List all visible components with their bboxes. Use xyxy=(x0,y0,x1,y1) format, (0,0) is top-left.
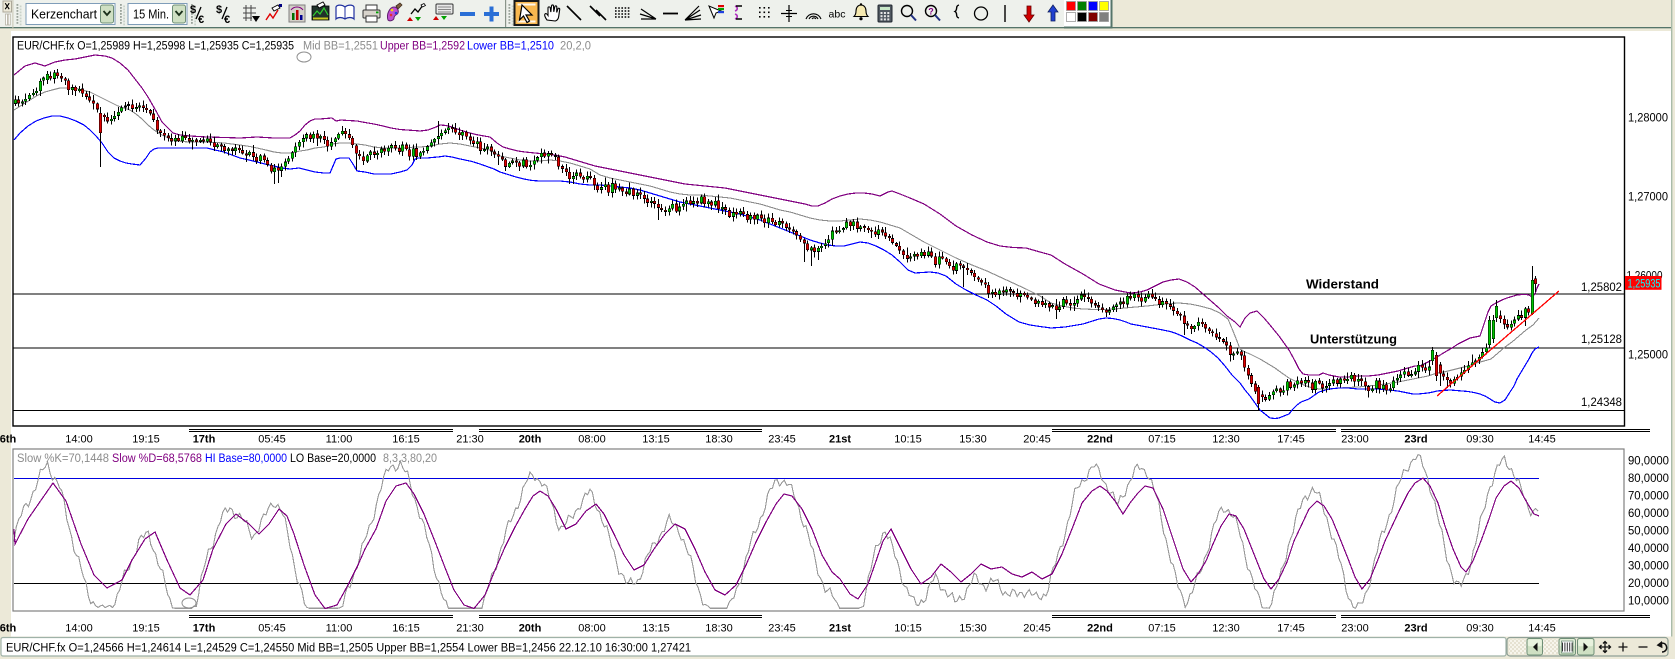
svg-text:23:00: 23:00 xyxy=(1341,434,1369,446)
svg-text:EUR/CHF.fx O=1,24566 H=1,24614: EUR/CHF.fx O=1,24566 H=1,24614 L=1,24529… xyxy=(6,643,691,655)
svg-text:10:15: 10:15 xyxy=(894,434,922,446)
svg-text:09:30: 09:30 xyxy=(1466,434,1494,446)
svg-text:Slow %K=70,1448: Slow %K=70,1448 xyxy=(17,453,109,465)
svg-text:15 Min.: 15 Min. xyxy=(133,8,169,22)
svg-text:15:30: 15:30 xyxy=(959,623,987,635)
svg-text:Mid BB=1,2551: Mid BB=1,2551 xyxy=(303,41,378,53)
svg-text:abc: abc xyxy=(829,9,846,21)
svg-text:30,0000: 30,0000 xyxy=(1628,561,1669,573)
svg-text:21:30: 21:30 xyxy=(456,434,484,446)
svg-text:20:45: 20:45 xyxy=(1023,434,1051,446)
svg-text:90,0000: 90,0000 xyxy=(1628,456,1669,468)
svg-text:1,28000: 1,28000 xyxy=(1628,113,1668,125)
svg-text:14:00: 14:00 xyxy=(65,434,93,446)
svg-text:12:30: 12:30 xyxy=(1212,434,1240,446)
svg-text:16:15: 16:15 xyxy=(392,623,420,635)
svg-text:1,25802: 1,25802 xyxy=(1581,282,1622,294)
svg-text:10:15: 10:15 xyxy=(894,623,922,635)
svg-text:21:30: 21:30 xyxy=(456,623,484,635)
svg-text:12:30: 12:30 xyxy=(1212,623,1240,635)
svg-text:70,0000: 70,0000 xyxy=(1628,491,1669,503)
svg-text:23rd: 23rd xyxy=(1404,434,1427,446)
svg-text:$: $ xyxy=(190,4,196,16)
svg-text:16:15: 16:15 xyxy=(392,434,420,446)
svg-text:20:45: 20:45 xyxy=(1023,623,1051,635)
svg-text:17th: 17th xyxy=(193,434,216,446)
svg-text:09:30: 09:30 xyxy=(1466,623,1494,635)
svg-text:19:15: 19:15 xyxy=(132,623,160,635)
svg-text:Slow %D=68,5768: Slow %D=68,5768 xyxy=(112,453,202,465)
svg-text:07:15: 07:15 xyxy=(1148,434,1176,446)
svg-text:1,24348: 1,24348 xyxy=(1581,397,1622,409)
svg-text:13:15: 13:15 xyxy=(642,434,670,446)
svg-text:6th: 6th xyxy=(0,623,17,635)
svg-text:23:45: 23:45 xyxy=(768,434,796,446)
svg-text:20,2,0: 20,2,0 xyxy=(560,41,591,53)
svg-text:Widerstand: Widerstand xyxy=(1306,277,1379,292)
svg-text:Lower BB=1,2510: Lower BB=1,2510 xyxy=(467,41,554,53)
svg-text:$: $ xyxy=(216,4,222,16)
svg-text:23rd: 23rd xyxy=(1404,623,1427,635)
svg-text:EUR/CHF.fx O=1,25989 H=1,25998: EUR/CHF.fx O=1,25989 H=1,25998 L=1,25935… xyxy=(17,41,294,53)
svg-text:€: € xyxy=(198,14,204,26)
svg-text:17th: 17th xyxy=(193,623,216,635)
svg-text:1,25935: 1,25935 xyxy=(1628,278,1661,290)
svg-text:08:00: 08:00 xyxy=(578,623,606,635)
svg-text:?: ? xyxy=(928,7,934,17)
svg-text:14:45: 14:45 xyxy=(1528,623,1556,635)
svg-text:1,25128: 1,25128 xyxy=(1581,334,1622,346)
svg-text:LO Base=20,0000: LO Base=20,0000 xyxy=(290,453,376,465)
svg-text:HI Base=80,0000: HI Base=80,0000 xyxy=(205,453,287,465)
svg-text:20th: 20th xyxy=(519,623,542,635)
svg-text:60,0000: 60,0000 xyxy=(1628,508,1669,520)
svg-text:23:00: 23:00 xyxy=(1341,623,1369,635)
svg-text:08:00: 08:00 xyxy=(578,434,606,446)
svg-text:6th: 6th xyxy=(0,434,17,446)
svg-text:22nd: 22nd xyxy=(1087,623,1113,635)
svg-text:1,25000: 1,25000 xyxy=(1628,350,1668,362)
svg-text:13:15: 13:15 xyxy=(642,623,670,635)
svg-text:21st: 21st xyxy=(829,434,851,446)
svg-text:17:45: 17:45 xyxy=(1277,623,1305,635)
svg-text:17:45: 17:45 xyxy=(1277,434,1305,446)
svg-text:19:15: 19:15 xyxy=(132,434,160,446)
svg-text:40,0000: 40,0000 xyxy=(1628,543,1669,555)
svg-text:07:15: 07:15 xyxy=(1148,623,1176,635)
svg-text:11:00: 11:00 xyxy=(326,623,353,635)
svg-text:80,0000: 80,0000 xyxy=(1628,473,1669,485)
svg-text:11:00: 11:00 xyxy=(326,434,353,446)
svg-text:18:30: 18:30 xyxy=(705,623,733,635)
svg-text:23:45: 23:45 xyxy=(768,623,796,635)
svg-text:Unterstützung: Unterstützung xyxy=(1310,332,1397,347)
svg-text:20th: 20th xyxy=(519,434,542,446)
svg-text:15:30: 15:30 xyxy=(959,434,987,446)
svg-text:22nd: 22nd xyxy=(1087,434,1113,446)
svg-text:05:45: 05:45 xyxy=(258,434,286,446)
svg-text:14:45: 14:45 xyxy=(1528,434,1556,446)
svg-text:1,27000: 1,27000 xyxy=(1628,192,1668,204)
svg-text:05:45: 05:45 xyxy=(258,623,286,635)
svg-text:10,0000: 10,0000 xyxy=(1628,596,1669,608)
svg-text:20,0000: 20,0000 xyxy=(1628,578,1669,590)
svg-text:14:00: 14:00 xyxy=(65,623,93,635)
svg-text:€: € xyxy=(224,14,230,26)
svg-text:Upper BB=1,2592: Upper BB=1,2592 xyxy=(380,41,465,53)
svg-text:50,0000: 50,0000 xyxy=(1628,526,1669,538)
svg-text:21st: 21st xyxy=(829,623,851,635)
svg-text:8,3,3,80,20: 8,3,3,80,20 xyxy=(383,453,437,465)
svg-text:Kerzenchart: Kerzenchart xyxy=(31,8,98,22)
svg-text:18:30: 18:30 xyxy=(705,434,733,446)
